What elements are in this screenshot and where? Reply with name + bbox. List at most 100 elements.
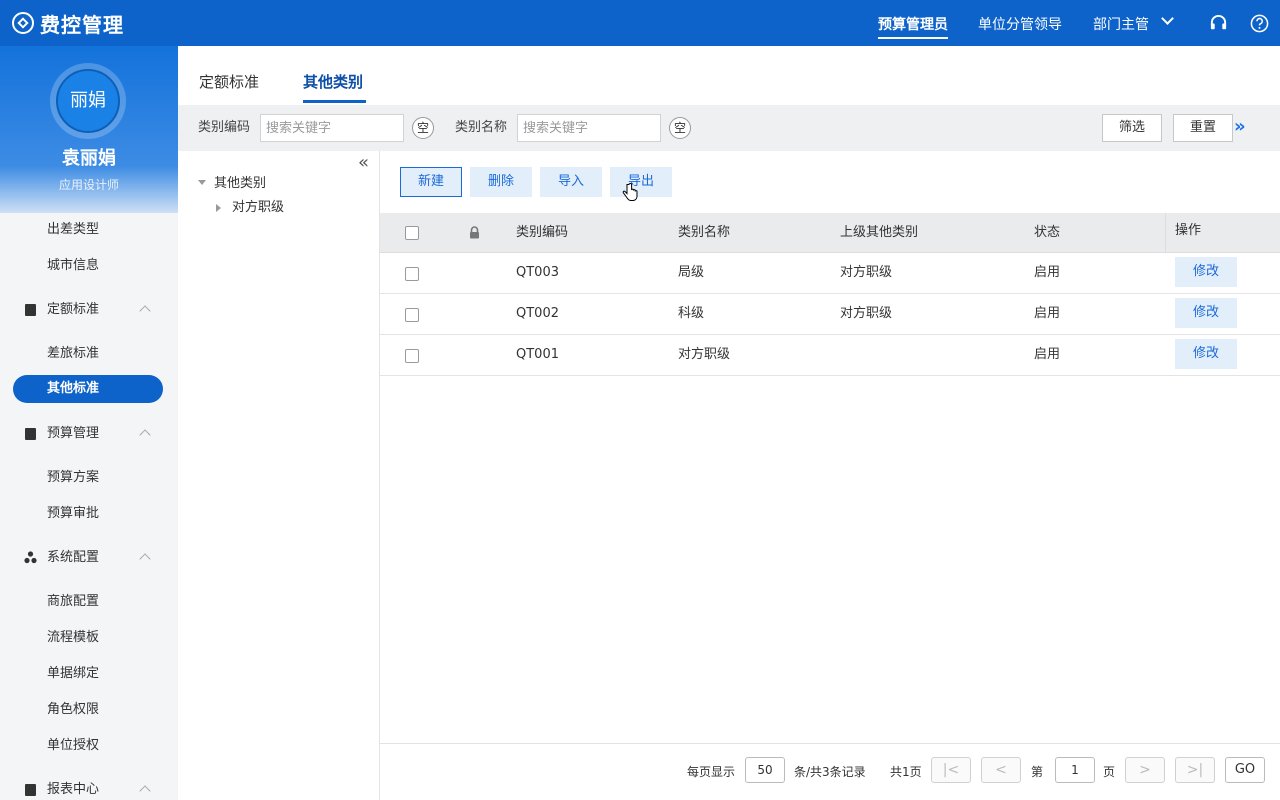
sidebar-item-budget-plan[interactable]: 预算方案 bbox=[47, 468, 99, 488]
column-header-code[interactable]: 类别编码 bbox=[516, 224, 568, 242]
per-page-label: 每页显示 bbox=[687, 765, 736, 779]
prev-page-button[interactable]: < bbox=[981, 757, 1021, 783]
last-page-button[interactable]: >| bbox=[1175, 757, 1215, 783]
sidebar-item-travel-config[interactable]: 商旅配置 bbox=[47, 592, 99, 612]
sidebar-group-reports[interactable]: 报表中心 bbox=[0, 778, 178, 800]
row-checkbox[interactable] bbox=[405, 308, 419, 322]
sidebar-item-budget-approval[interactable]: 预算审批 bbox=[47, 504, 99, 524]
tree-node-root[interactable]: 其他类别 bbox=[214, 175, 266, 193]
page-suffix: 页 bbox=[1103, 765, 1116, 779]
sidebar-item-doc-binding[interactable]: 单据绑定 bbox=[47, 664, 99, 684]
lock-icon bbox=[470, 226, 479, 239]
report-icon bbox=[25, 784, 36, 796]
total-pages: 共1页 bbox=[890, 765, 922, 779]
sidebar-group-system[interactable]: 系统配置 bbox=[0, 546, 178, 570]
sidebar-item-other-standard[interactable]: 其他标准 bbox=[13, 375, 163, 403]
column-divider bbox=[1165, 213, 1166, 253]
hand-cursor-icon bbox=[622, 183, 638, 201]
help-icon[interactable] bbox=[1250, 14, 1269, 33]
export-button[interactable]: 导出 bbox=[610, 167, 672, 197]
user-name: 袁丽娟 bbox=[62, 148, 116, 169]
sidebar-item-city-info[interactable]: 城市信息 bbox=[47, 256, 99, 276]
app-logo[interactable]: 费控管理 bbox=[12, 9, 124, 37]
first-page-button[interactable]: |< bbox=[931, 757, 971, 783]
reset-button[interactable]: 重置 bbox=[1173, 114, 1233, 142]
chevron-up-icon bbox=[139, 785, 151, 797]
caret-right-icon[interactable] bbox=[216, 204, 221, 212]
page-prefix: 第 bbox=[1031, 765, 1044, 779]
cell-parent: 对方职级 bbox=[840, 265, 893, 280]
sidebar-group-budget[interactable]: 预算管理 bbox=[0, 422, 178, 446]
main-panel: 定额标准 其他类别 类别编码 空 类别名称 空 筛选 重置 » « 其他类别 对… bbox=[178, 46, 1280, 800]
list-content: 新建 删除 导入 导出 类别编码 类别名称 上级其他类别 状态 操作 QT003… bbox=[380, 151, 1280, 800]
column-header-status[interactable]: 状态 bbox=[1034, 224, 1060, 242]
top-header: 费控管理 预算管理员 单位分管领导 部门主管 bbox=[0, 0, 1280, 46]
category-name-label: 类别名称 bbox=[455, 120, 508, 135]
table-header: 类别编码 类别名称 上级其他类别 状态 操作 bbox=[380, 213, 1280, 253]
expand-filter-icon[interactable]: » bbox=[1234, 115, 1258, 139]
tab-other-category[interactable]: 其他类别 bbox=[303, 71, 363, 93]
cell-code: QT003 bbox=[516, 265, 559, 280]
sidebar-group-label: 定额标准 bbox=[47, 302, 100, 317]
user-title: 应用设计师 bbox=[58, 178, 119, 192]
sidebar: 丽娟 袁丽娟 应用设计师 出差类型 城市信息 定额标准 差旅标准 其他标准 预算… bbox=[0, 46, 178, 800]
edit-button[interactable]: 修改 bbox=[1175, 257, 1237, 287]
tab-quota-standard[interactable]: 定额标准 bbox=[199, 71, 259, 93]
collapse-tree-icon[interactable]: « bbox=[358, 153, 369, 173]
current-page-input[interactable]: 1 bbox=[1055, 757, 1095, 783]
table-row[interactable]: QT001 对方职级 启用 修改 bbox=[380, 335, 1280, 376]
headset-icon[interactable] bbox=[1209, 14, 1228, 33]
role-tab-budget-admin[interactable]: 预算管理员 bbox=[878, 15, 948, 39]
caret-down-icon[interactable] bbox=[198, 180, 206, 185]
sidebar-item-trip-type[interactable]: 出差类型 bbox=[47, 220, 99, 240]
go-button[interactable]: GO bbox=[1225, 757, 1265, 783]
category-code-clear-button[interactable]: 空 bbox=[412, 117, 434, 139]
category-name-clear-button[interactable]: 空 bbox=[669, 117, 691, 139]
pagination: 每页显示 50 条/共3条记录 共1页 |< < 第 1 页 > >| GO bbox=[380, 743, 1280, 800]
app-title: 费控管理 bbox=[40, 12, 124, 37]
table-row[interactable]: QT003 局级 对方职级 启用 修改 bbox=[380, 253, 1280, 294]
chevron-down-icon[interactable] bbox=[1161, 12, 1174, 25]
select-all-checkbox[interactable] bbox=[405, 226, 419, 240]
document-icon bbox=[25, 304, 36, 316]
cell-name: 对方职级 bbox=[678, 347, 731, 362]
tab-bar: 定额标准 其他类别 bbox=[178, 46, 1280, 103]
cell-status: 启用 bbox=[1034, 265, 1061, 280]
category-code-input[interactable] bbox=[260, 114, 404, 142]
import-button[interactable]: 导入 bbox=[540, 167, 602, 197]
sidebar-item-unit-auth[interactable]: 单位授权 bbox=[47, 736, 99, 756]
edit-button[interactable]: 修改 bbox=[1175, 339, 1237, 369]
cell-name: 科级 bbox=[678, 306, 705, 321]
delete-button[interactable]: 删除 bbox=[470, 167, 532, 197]
next-page-button[interactable]: > bbox=[1125, 757, 1165, 783]
column-header-parent[interactable]: 上级其他类别 bbox=[840, 224, 918, 242]
sidebar-item-label: 其他标准 bbox=[47, 381, 100, 396]
sidebar-item-travel-standard[interactable]: 差旅标准 bbox=[47, 344, 99, 364]
cluster-icon bbox=[24, 551, 37, 564]
column-header-name[interactable]: 类别名称 bbox=[678, 224, 730, 242]
filter-button[interactable]: 筛选 bbox=[1102, 114, 1162, 142]
sidebar-item-flow-template[interactable]: 流程模板 bbox=[47, 628, 99, 648]
calculator-icon bbox=[25, 428, 36, 440]
row-checkbox[interactable] bbox=[405, 267, 419, 281]
sidebar-group-label: 预算管理 bbox=[47, 426, 100, 441]
role-tab-unit-leader[interactable]: 单位分管领导 bbox=[978, 15, 1062, 35]
tree-node-child[interactable]: 对方职级 bbox=[232, 199, 284, 217]
chevron-up-icon bbox=[139, 305, 151, 317]
logo-icon bbox=[12, 12, 34, 34]
sidebar-group-label: 报表中心 bbox=[47, 782, 100, 797]
active-tab-indicator bbox=[303, 100, 366, 103]
per-page-input[interactable]: 50 bbox=[745, 757, 785, 783]
cell-status: 启用 bbox=[1034, 306, 1061, 321]
avatar[interactable]: 丽娟 bbox=[56, 69, 120, 133]
cell-code: QT001 bbox=[516, 347, 559, 362]
new-button[interactable]: 新建 bbox=[400, 167, 462, 197]
edit-button[interactable]: 修改 bbox=[1175, 298, 1237, 328]
sidebar-item-role-permission[interactable]: 角色权限 bbox=[47, 700, 99, 720]
category-name-input[interactable] bbox=[517, 114, 661, 142]
table-row[interactable]: QT002 科级 对方职级 启用 修改 bbox=[380, 294, 1280, 335]
sidebar-group-quota[interactable]: 定额标准 bbox=[0, 298, 178, 322]
role-tab-dept-head[interactable]: 部门主管 bbox=[1093, 15, 1149, 35]
row-checkbox[interactable] bbox=[405, 349, 419, 363]
chevron-up-icon bbox=[139, 429, 151, 441]
